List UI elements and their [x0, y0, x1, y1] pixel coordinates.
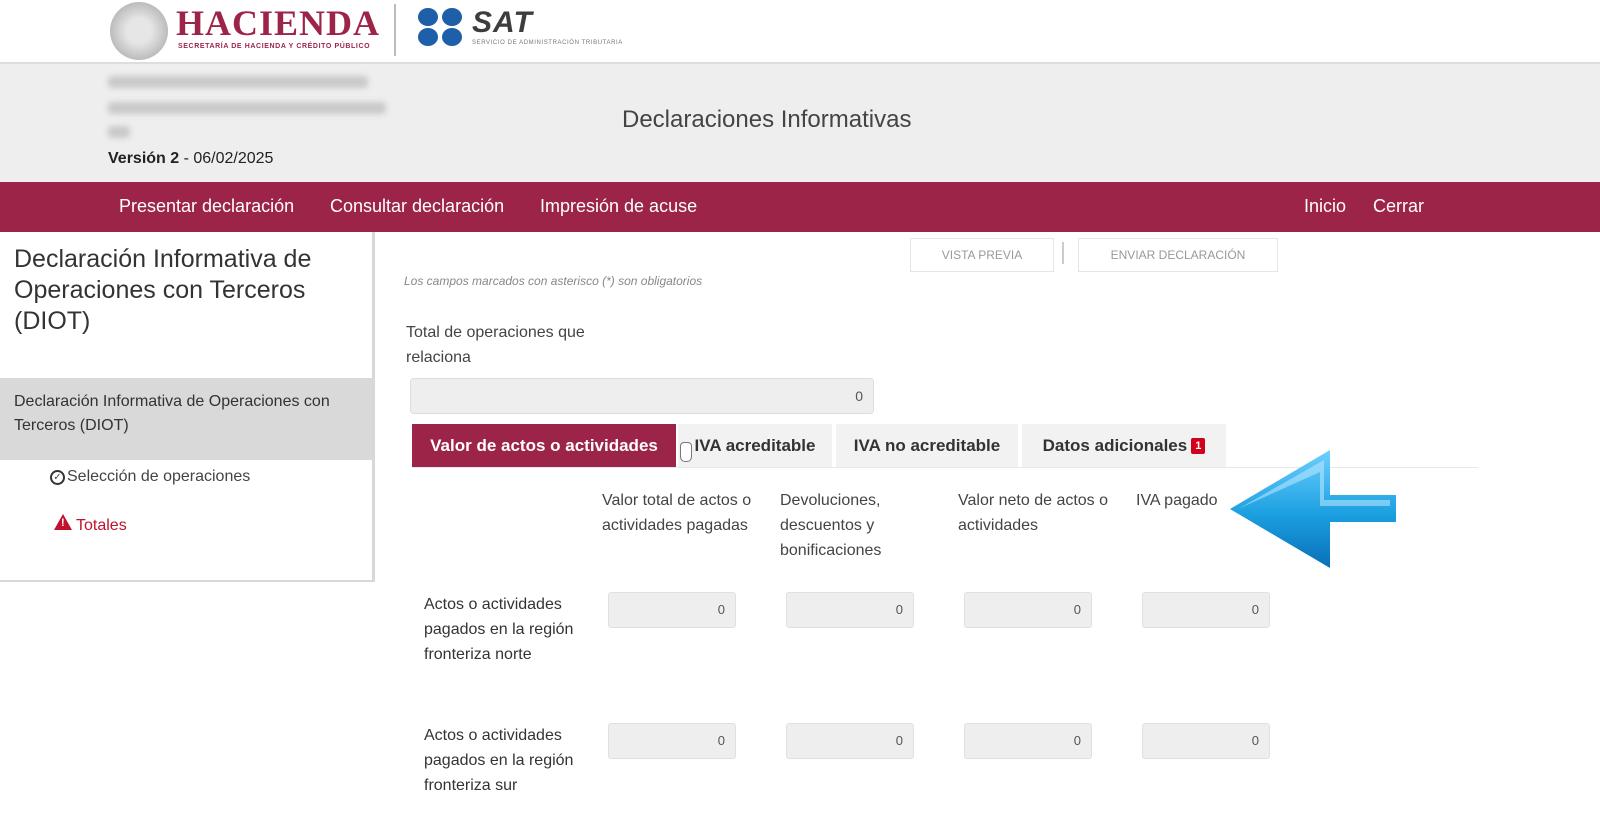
- total-operaciones-field[interactable]: 0: [410, 378, 874, 414]
- amount-input[interactable]: 0: [786, 723, 914, 759]
- amount-input[interactable]: 0: [608, 592, 736, 628]
- sidebar: Declaración Informativa de Operaciones c…: [0, 232, 375, 582]
- sidebar-item-label: Totales: [76, 517, 127, 534]
- hacienda-logo-subtitle: SECRETARÍA DE HACIENDA Y CRÉDITO PÚBLICO: [178, 43, 371, 50]
- required-fields-note: Los campos marcados con asterisco (*) so…: [404, 274, 703, 288]
- sat-logo-icon: [418, 8, 464, 46]
- hacienda-logo-text: HACIENDA: [176, 3, 381, 43]
- sidebar-item-label: Selección de operaciones: [67, 468, 251, 485]
- row-label: Actos o actividades pagados en la región…: [424, 596, 574, 663]
- redacted-taxpayer-info: [108, 76, 368, 88]
- sat-logo-text: SAT: [472, 6, 533, 39]
- tab-iva-no-acreditable[interactable]: IVA no acreditable: [836, 424, 1018, 468]
- tab-valor-actos[interactable]: Valor de actos o actividades: [412, 424, 676, 468]
- version-date: - 06/02/2025: [179, 150, 274, 167]
- main-nav: Presentar declaración Consultar declarac…: [0, 182, 1600, 232]
- amount-input[interactable]: 0: [1142, 592, 1270, 628]
- tab-datos-adicionales[interactable]: Datos adicionales 1: [1022, 424, 1226, 468]
- warning-icon: [54, 514, 72, 530]
- amount-input[interactable]: 0: [964, 723, 1092, 759]
- row-label: Actos o actividades pagados en la región…: [424, 727, 574, 794]
- version-label: Versión 2: [108, 150, 180, 167]
- nav-inicio[interactable]: Inicio: [1304, 196, 1346, 217]
- column-header: Valor neto de actos o actividades: [958, 492, 1109, 534]
- enviar-declaracion-button[interactable]: ENVIAR DECLARACIÓN: [1078, 238, 1278, 272]
- mouse-cursor-icon: [680, 442, 692, 462]
- nav-cerrar[interactable]: Cerrar: [1373, 196, 1424, 217]
- tab-iva-acreditable[interactable]: IVA acreditable: [678, 424, 832, 468]
- sidebar-title: Declaración Informativa de Operaciones c…: [14, 245, 312, 335]
- redacted-taxpayer-info: [108, 102, 386, 114]
- sidebar-item-diot[interactable]: Declaración Informativa de Operaciones c…: [0, 378, 372, 460]
- amount-input[interactable]: 0: [1142, 723, 1270, 759]
- page-title: Declaraciones Informativas: [622, 106, 912, 133]
- logo-divider: [394, 4, 396, 56]
- nav-presentar-declaracion[interactable]: Presentar declaración: [119, 196, 294, 217]
- sat-logo-subtitle: SERVICIO DE ADMINISTRACIÓN TRIBUTARIA: [472, 40, 623, 46]
- sidebar-item-label: Declaración Informativa de Operaciones c…: [14, 393, 330, 434]
- logo-bar: HACIENDA SECRETARÍA DE HACIENDA Y CRÉDIT…: [0, 0, 1600, 64]
- redacted-taxpayer-info: [108, 126, 130, 138]
- button-divider: [1062, 242, 1064, 264]
- notification-badge: 1: [1191, 438, 1206, 454]
- column-header: Devoluciones, descuentos y bonificacione…: [780, 492, 882, 559]
- mexico-seal-logo: [110, 2, 168, 60]
- sidebar-item-totales[interactable]: Totales: [54, 514, 127, 535]
- nav-consultar-declaracion[interactable]: Consultar declaración: [330, 196, 504, 217]
- vista-previa-button[interactable]: VISTA PREVIA: [910, 238, 1054, 272]
- arrow-left-icon: [1230, 450, 1396, 568]
- version-info: Versión 2 - 06/02/2025: [108, 150, 273, 168]
- column-header: Valor total de actos o actividades pagad…: [602, 492, 752, 534]
- tab-label: Datos adicionales: [1042, 436, 1188, 455]
- total-operaciones-label: Total de operaciones que relaciona: [406, 324, 585, 366]
- check-circle-icon: ✓: [50, 470, 65, 485]
- sidebar-item-seleccion[interactable]: ✓ Selección de operaciones: [50, 468, 250, 486]
- amount-input[interactable]: 0: [964, 592, 1092, 628]
- nav-impresion-acuse[interactable]: Impresión de acuse: [540, 196, 697, 217]
- amount-input[interactable]: 0: [608, 723, 736, 759]
- amount-input[interactable]: 0: [786, 592, 914, 628]
